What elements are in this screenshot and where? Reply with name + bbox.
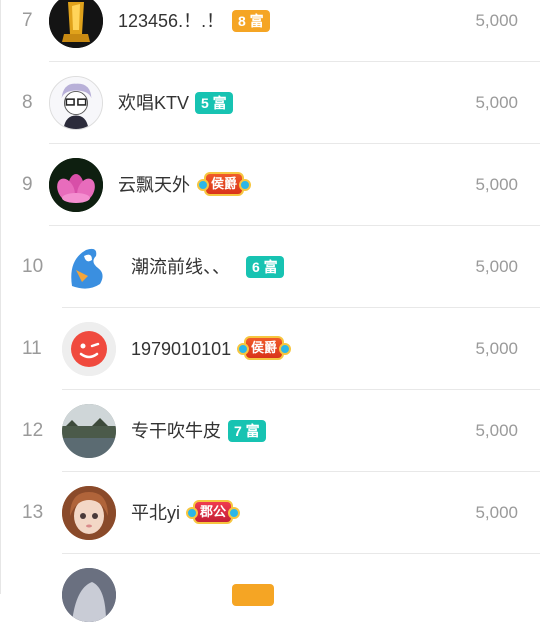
rank-number: 12 xyxy=(22,420,44,441)
rank-number: 10 xyxy=(22,256,44,277)
contribution-value: 5,000 xyxy=(475,503,518,522)
contribution-value: 5,000 xyxy=(475,11,518,30)
contribution-value: 5,000 xyxy=(475,257,518,276)
doll-face-avatar[interactable] xyxy=(62,486,116,540)
contribution-value: 5,000 xyxy=(475,339,518,358)
lotus-flower-avatar[interactable] xyxy=(49,158,103,212)
landscape-photo-avatar[interactable] xyxy=(62,404,116,458)
contribution-value: 5,000 xyxy=(475,93,518,112)
wealth-level-badge: 8 富 xyxy=(232,10,270,32)
ranking-row[interactable]: 11 1979010101 侯爵 5,000 xyxy=(0,308,540,390)
noble-rank-badge: 郡公 xyxy=(185,500,241,524)
wealth-level-badge xyxy=(232,584,274,606)
red-wink-face-avatar[interactable] xyxy=(62,322,116,376)
ranking-row[interactable]: 8 欢唱KTV 5 富 5,000 xyxy=(0,62,540,144)
wealth-level-badge: 7 富 xyxy=(228,420,266,442)
ranking-row[interactable] xyxy=(0,554,540,636)
user-name: 专干吹牛皮 xyxy=(131,421,221,441)
rank-number: 7 xyxy=(22,10,33,31)
user-name: 潮流前线、、 xyxy=(131,257,230,277)
rank-number: 13 xyxy=(22,502,44,523)
user-name: 云飘天外 xyxy=(118,175,190,195)
gold-trophy-avatar[interactable] xyxy=(49,0,103,48)
wealth-level-badge: 6 富 xyxy=(246,256,284,278)
user-name: 欢唱KTV xyxy=(118,93,190,113)
user-name: 1979010101 xyxy=(131,339,232,359)
ranking-row[interactable]: 9 云飘天外 侯爵 5,000 xyxy=(0,144,540,226)
rank-number: 11 xyxy=(22,338,42,359)
partial-avatar[interactable] xyxy=(62,568,116,622)
user-name: 123456.！.！ xyxy=(118,11,225,31)
blue-mascot-avatar[interactable] xyxy=(62,240,116,294)
ranking-row[interactable]: 7 123456.！.！ 8 富 5,000 xyxy=(0,0,540,62)
ranking-row[interactable]: 12 专干吹牛皮 7 富 5,000 xyxy=(0,390,540,472)
user-name: 平北yi xyxy=(131,503,180,523)
cartoon-glasses-avatar[interactable] xyxy=(49,76,103,130)
noble-rank-badge: 侯爵 xyxy=(196,172,252,196)
contribution-value: 5,000 xyxy=(475,421,518,440)
noble-rank-badge: 侯爵 xyxy=(236,336,292,360)
wealth-level-badge: 5 富 xyxy=(195,92,233,114)
rank-number: 9 xyxy=(22,174,33,195)
ranking-row[interactable]: 10 潮流前线、、 6 富 5,000 xyxy=(0,226,540,308)
ranking-row[interactable]: 13 平北yi 郡公 5,000 xyxy=(0,472,540,554)
contribution-value: 5,000 xyxy=(475,175,518,194)
rank-number: 8 xyxy=(22,92,33,113)
